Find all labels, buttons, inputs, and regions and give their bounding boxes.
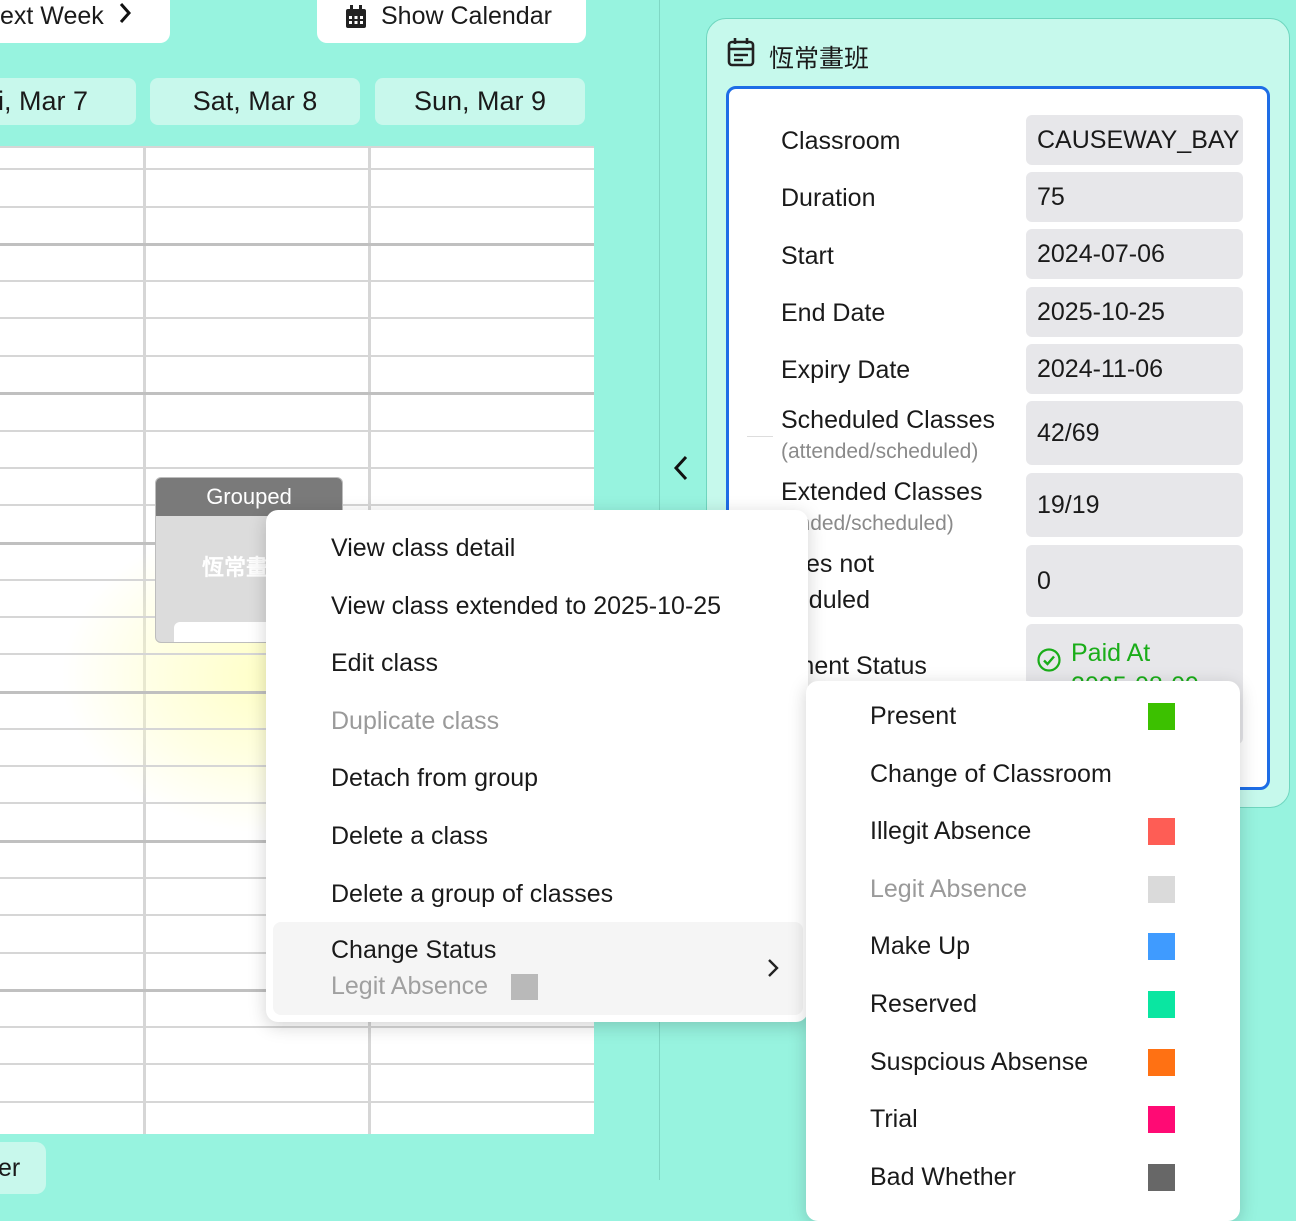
context-menu-item[interactable]: Detach from group: [331, 764, 538, 793]
scheduled-classes-sublabel: (attended/scheduled): [781, 440, 979, 463]
status-submenu: Present Change of Classroom Illegit Absenc…: [806, 681, 1240, 1221]
end-date-label: End Date: [781, 299, 886, 327]
next-week-button[interactable]: ext Week: [0, 0, 170, 43]
calendar-outline-icon: [727, 37, 755, 72]
start-label: Start: [781, 242, 834, 270]
class-context-menu: Delete a group of classes Delete a class D…: [266, 510, 808, 1022]
day-header-label: Sat, Mar 8: [192, 86, 318, 116]
status-option-label: Suspcious Absense: [870, 1048, 1089, 1076]
context-menu-item[interactable]: Delete a group of classes: [331, 880, 613, 909]
show-calendar-label: Show Calendar: [381, 2, 552, 30]
day-header-sun: Sun, Mar 9: [375, 78, 585, 125]
bottom-left-label: er: [0, 1153, 21, 1182]
status-option-label: Change of Classroom: [870, 760, 1112, 788]
status-color-swatch: [1148, 818, 1175, 845]
context-menu-item: Duplicate class: [331, 707, 500, 735]
scheduled-classes-value: 42/69: [1026, 401, 1243, 465]
row-divider: [747, 436, 773, 437]
grid-row-line: [0, 317, 594, 319]
current-status-swatch: [511, 974, 538, 1000]
status-option-label: Bad Whether: [870, 1163, 1016, 1191]
start-value: 2024-07-06: [1026, 229, 1243, 279]
chevron-right-icon: [767, 958, 779, 983]
grid-row-line: [0, 355, 594, 357]
grid-row-line: [0, 430, 594, 432]
current-status-label: Legit Absence: [331, 972, 489, 1000]
classroom-label: Classroom: [781, 127, 901, 155]
context-menu-item[interactable]: View class extended to 2025-10-25: [331, 592, 721, 621]
context-menu-item[interactable]: View class detail: [331, 534, 515, 563]
status-color-swatch: [1148, 703, 1175, 730]
status-option-label: Present: [870, 702, 957, 730]
change-status-menu-item[interactable]: Change Status Legit Absence: [273, 922, 803, 1015]
panel-title: 恆常畫班: [769, 45, 870, 73]
day-header-fri: i, Mar 7: [0, 78, 136, 125]
grid-row-line: [0, 1026, 594, 1028]
grid-row-line: [0, 168, 594, 170]
day-header-label: i, Mar 7: [0, 86, 89, 116]
end-date-value: 2025-10-25: [1026, 287, 1243, 337]
status-option-label: Legit Absence: [870, 875, 1028, 903]
status-color-swatch: [1148, 933, 1175, 960]
status-option-label: Make Up: [870, 932, 971, 960]
day-header-sat: Sat, Mar 8: [150, 78, 360, 125]
grid-row-line: [0, 1063, 594, 1065]
grid-row-line: [0, 392, 594, 395]
status-color-swatch: [1148, 1049, 1175, 1076]
extended-classes-label: Extended Classes: [781, 478, 983, 506]
status-color-swatch: [1148, 876, 1175, 903]
bottom-left-button[interactable]: er: [0, 1142, 46, 1194]
grid-row-line: [0, 467, 594, 469]
grid-row-line: [0, 243, 594, 246]
day-header-label: Sun, Mar 9: [413, 86, 547, 116]
scheduled-classes-label: Scheduled Classes: [781, 406, 996, 434]
status-color-swatch: [1148, 1106, 1175, 1133]
status-color-swatch: [1148, 991, 1175, 1018]
classroom-value: CAUSEWAY_BAY: [1026, 115, 1243, 165]
duration-label: Duration: [781, 184, 876, 212]
grid-row-line: [0, 1101, 594, 1103]
change-status-label: Change Status: [331, 936, 497, 964]
chevron-right-icon: [118, 2, 132, 31]
expiry-date-value: 2024-11-06: [1026, 344, 1243, 394]
not-scheduled-value: 0: [1026, 545, 1243, 617]
expiry-date-label: Expiry Date: [781, 356, 911, 384]
grid-row-line: [0, 280, 594, 282]
extended-classes-value: 19/19: [1026, 473, 1243, 537]
status-option-label: Trial: [870, 1105, 918, 1133]
payment-status-text: Paid At: [1071, 638, 1151, 667]
duration-value: 75: [1026, 172, 1243, 222]
grid-row-line: [0, 146, 594, 148]
context-menu-item[interactable]: Edit class: [331, 649, 438, 678]
show-calendar-button[interactable]: Show Calendar: [317, 0, 586, 43]
status-option-label: Illegit Absence: [870, 817, 1032, 845]
status-option-label: Reserved: [870, 990, 977, 1018]
check-circle-icon: [1037, 648, 1061, 672]
collapse-panel-chevron-icon[interactable]: [672, 454, 690, 487]
calendar-icon: [345, 4, 367, 29]
next-week-label: ext Week: [0, 2, 104, 30]
context-menu-item[interactable]: Delete a class: [331, 822, 488, 851]
status-color-swatch: [1148, 1164, 1175, 1191]
grid-row-line: [0, 206, 594, 208]
